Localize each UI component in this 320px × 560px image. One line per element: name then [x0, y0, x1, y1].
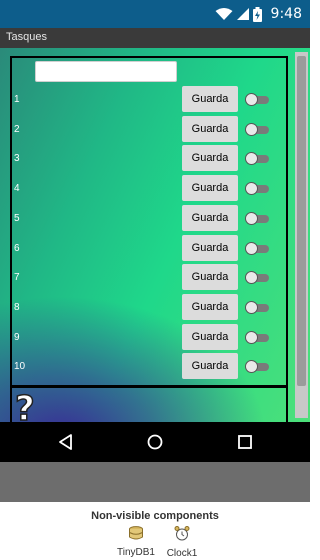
- save-button[interactable]: Guarda: [182, 234, 238, 261]
- phone-bottom-bezel: [0, 462, 310, 502]
- switch-knob: [245, 300, 258, 314]
- task-row: 6 Guarda: [12, 234, 286, 263]
- battery-charging-icon: [252, 6, 262, 22]
- task-number: 2: [14, 123, 20, 135]
- save-button[interactable]: Guarda: [182, 293, 238, 320]
- task-table: 1 Guarda 2 Guarda 3 Guarda 4 Guarda 5 Guarda 6 Guar…: [10, 56, 288, 387]
- task-done-switch[interactable]: [245, 152, 269, 166]
- switch-knob: [245, 211, 258, 225]
- home-icon[interactable]: [145, 432, 165, 452]
- switch-knob: [245, 93, 258, 106]
- task-row: 1 Guarda: [12, 86, 286, 114]
- navigation-bar: [0, 422, 310, 462]
- save-button[interactable]: Guarda: [182, 353, 238, 380]
- task-row: 10 Guarda: [12, 353, 286, 381]
- task-row: 2 Guarda: [12, 115, 286, 144]
- task-number: 6: [14, 242, 20, 254]
- task-row: 4 Guarda: [12, 175, 286, 203]
- wifi-icon: [215, 7, 233, 21]
- switch-knob: [245, 152, 258, 166]
- scrollbar-thumb[interactable]: [297, 56, 306, 386]
- switch-knob: [245, 241, 258, 255]
- task-done-switch[interactable]: [245, 211, 269, 225]
- task-row: 8 Guarda: [12, 293, 286, 322]
- task-row: 9 Guarda: [12, 323, 286, 352]
- task-done-switch[interactable]: [245, 360, 269, 374]
- save-button[interactable]: Guarda: [182, 204, 238, 231]
- task-done-switch[interactable]: [245, 241, 269, 255]
- alarm-clock-icon: [174, 526, 190, 545]
- task-number: 9: [14, 331, 20, 343]
- save-button[interactable]: Guarda: [182, 264, 238, 291]
- save-button[interactable]: Guarda: [182, 86, 238, 112]
- status-icons: 9:48: [215, 5, 302, 23]
- switch-knob: [245, 271, 258, 285]
- switch-knob: [245, 360, 258, 374]
- task-row: 3 Guarda: [12, 145, 286, 173]
- title-bar: Tasques: [0, 28, 310, 49]
- phone-screen: 9:48 Tasques 1 Guarda 2 Guarda 3 Guarda 4 Guard…: [0, 0, 310, 502]
- question-mark-icon[interactable]: ?: [14, 391, 35, 427]
- task-done-switch[interactable]: [245, 182, 269, 196]
- task-number: 10: [14, 361, 26, 373]
- task-row: 7 Guarda: [12, 264, 286, 292]
- non-visible-components: Non-visible components TinyDB1 Clock1: [0, 502, 310, 560]
- save-button[interactable]: Guarda: [182, 145, 238, 172]
- app-title: Tasques: [6, 31, 47, 43]
- status-bar: 9:48: [0, 0, 310, 28]
- save-button[interactable]: Guarda: [182, 175, 238, 202]
- app-screen: 1 Guarda 2 Guarda 3 Guarda 4 Guarda 5 Guarda 6 Guar…: [0, 48, 310, 428]
- task-done-switch[interactable]: [245, 300, 269, 314]
- task-number: 4: [14, 183, 20, 195]
- task-number: 8: [14, 301, 20, 313]
- switch-knob: [245, 330, 258, 344]
- task-row: 5 Guarda: [12, 204, 286, 233]
- status-time: 9:48: [270, 6, 302, 22]
- task-number: 7: [14, 272, 20, 284]
- task-number: 1: [14, 94, 20, 105]
- recents-icon[interactable]: [235, 432, 255, 452]
- task-number: 5: [14, 212, 20, 224]
- switch-knob: [245, 182, 258, 196]
- save-button[interactable]: Guarda: [182, 323, 238, 350]
- task-done-switch[interactable]: [245, 122, 269, 136]
- component-label: Clock1: [166, 548, 198, 559]
- task-done-switch[interactable]: [245, 271, 269, 285]
- task-done-switch[interactable]: [245, 330, 269, 344]
- non-visible-title: Non-visible components: [91, 510, 219, 522]
- scrollbar[interactable]: [295, 52, 308, 418]
- task-name-input[interactable]: [35, 61, 177, 82]
- task-done-switch[interactable]: [245, 93, 269, 106]
- save-button[interactable]: Guarda: [182, 115, 238, 142]
- switch-knob: [245, 122, 258, 136]
- back-icon[interactable]: [56, 432, 76, 452]
- task-number: 3: [14, 153, 20, 165]
- signal-icon: [236, 7, 250, 21]
- component-clock[interactable]: Clock1: [152, 526, 212, 559]
- database-icon: [128, 526, 144, 544]
